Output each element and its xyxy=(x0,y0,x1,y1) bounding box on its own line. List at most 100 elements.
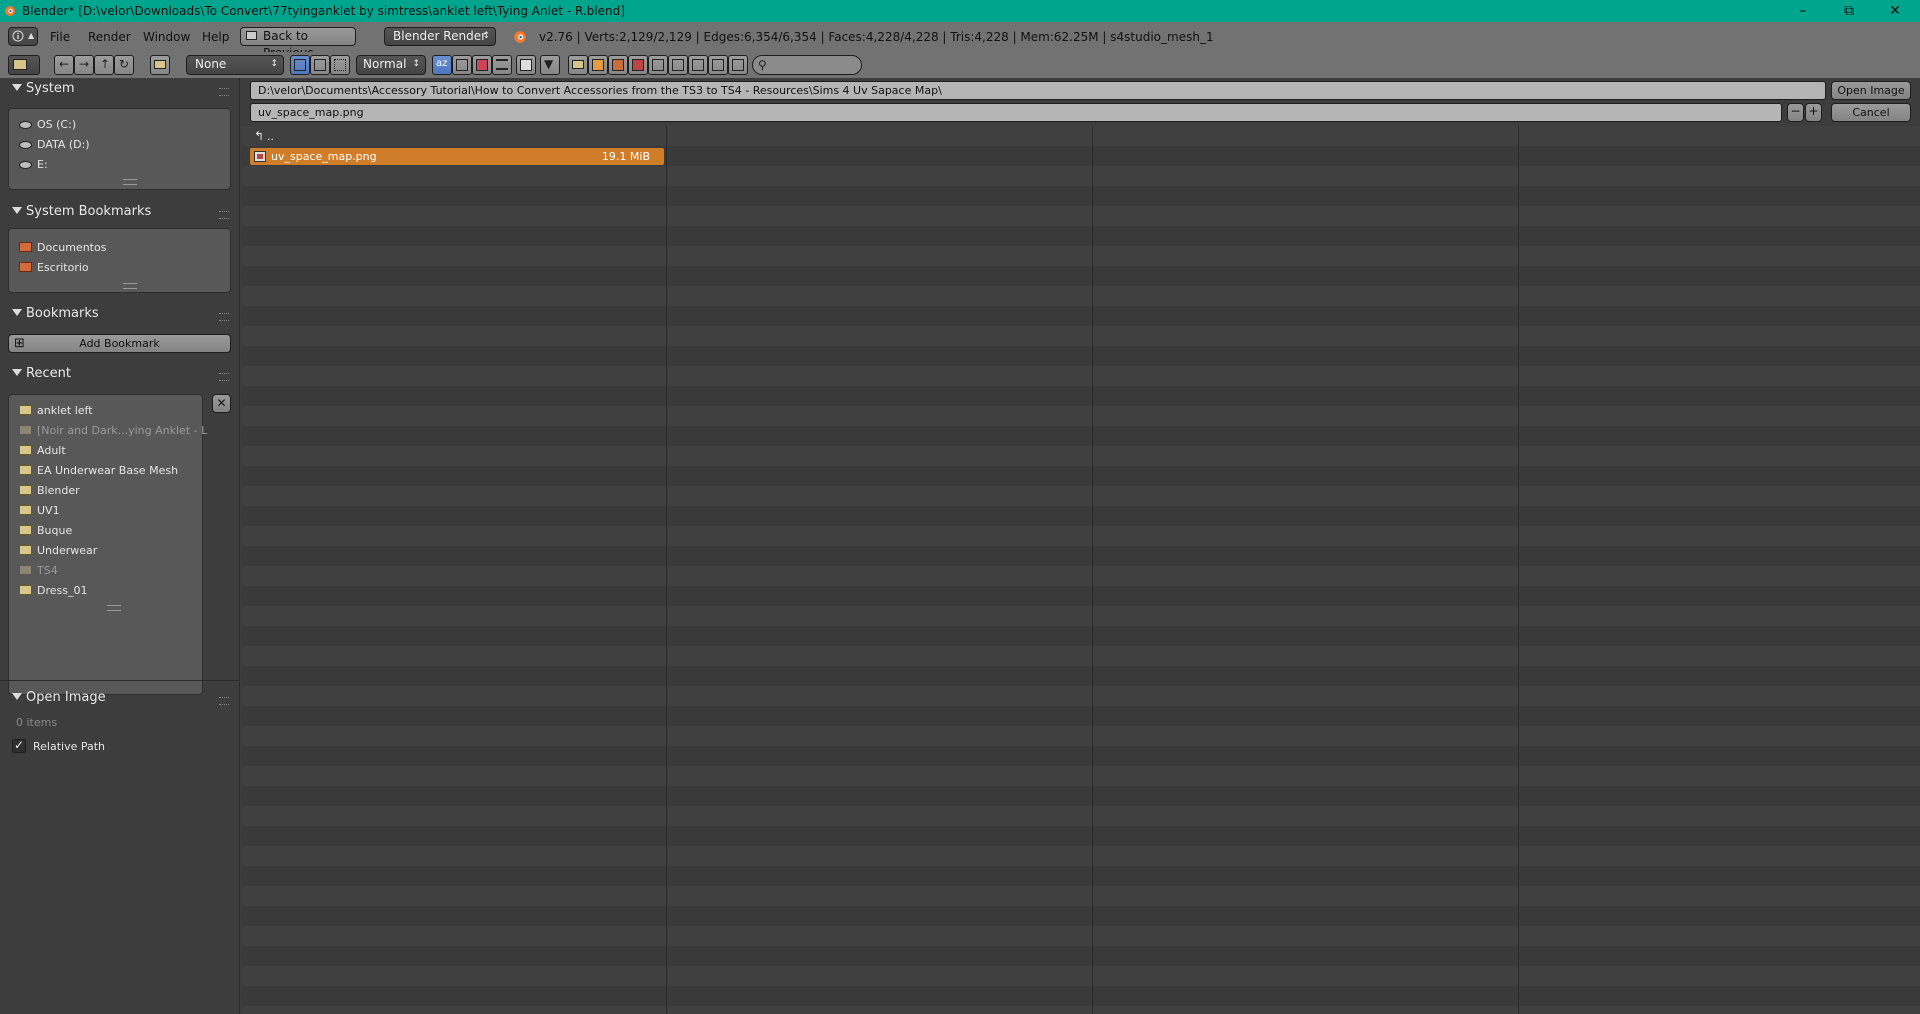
open-image-title: Open Image xyxy=(26,690,106,705)
recent-item[interactable]: UV1 xyxy=(19,504,60,517)
recent-item[interactable]: Buque xyxy=(19,524,72,537)
filter-blend-button[interactable] xyxy=(588,55,608,75)
back-button[interactable]: ← xyxy=(54,55,74,75)
bookmark-item-documentos[interactable]: Documentos xyxy=(19,241,106,254)
folder-icon xyxy=(154,60,166,69)
drag-grip-icon[interactable] xyxy=(219,313,229,321)
filter-script-button[interactable] xyxy=(668,55,688,75)
recent-item[interactable]: Dress_01 xyxy=(19,584,87,597)
parent-directory-row[interactable]: ↰ .. xyxy=(250,128,664,145)
file-list-background xyxy=(241,126,1920,1014)
image-file-icon xyxy=(254,151,266,162)
back-to-previous-button[interactable]: Back to Previous xyxy=(240,27,356,60)
list-resize-handle[interactable] xyxy=(123,283,137,289)
recent-item[interactable]: TS4 xyxy=(19,564,58,577)
recent-dropdown[interactable]: None ↕ xyxy=(186,55,284,75)
disclosure-triangle-icon xyxy=(12,693,22,700)
recent-item-label: TS4 xyxy=(37,564,58,577)
disclosure-triangle-icon xyxy=(12,309,22,316)
recent-item[interactable]: Blender xyxy=(19,484,80,497)
filter-text-button[interactable] xyxy=(728,55,748,75)
display-short-list-button[interactable] xyxy=(290,55,310,75)
recent-item-label: Adult xyxy=(37,444,66,457)
bookmark-label: Documentos xyxy=(37,241,107,254)
increment-filename-button[interactable]: + xyxy=(1805,103,1822,122)
cancel-button[interactable]: Cancel xyxy=(1831,103,1911,122)
recent-panel-header[interactable]: Recent xyxy=(12,366,71,381)
system-item-e[interactable]: E: xyxy=(19,158,48,171)
relative-path-label: Relative Path xyxy=(33,740,106,753)
folder-icon xyxy=(19,445,32,455)
drag-grip-icon[interactable] xyxy=(219,88,229,96)
recent-item[interactable]: [Noir and Dark...ying Anklet - L xyxy=(19,424,207,437)
new-directory-button[interactable] xyxy=(150,55,170,75)
system-item-c[interactable]: OS (C:) xyxy=(19,118,76,131)
display-thumbnails-button[interactable] xyxy=(330,55,350,75)
disk-drive-icon xyxy=(19,141,32,149)
system-bookmarks-list: Documentos Escritorio xyxy=(8,228,231,293)
drag-grip-icon[interactable] xyxy=(219,697,229,705)
recent-item-label: Blender xyxy=(37,484,80,497)
hide-dot-files-button[interactable] xyxy=(516,55,536,75)
display-long-list-button[interactable] xyxy=(310,55,330,75)
menu-window[interactable]: Window xyxy=(143,30,190,44)
system-panel-header[interactable]: System xyxy=(12,81,74,96)
column-divider xyxy=(1092,126,1093,1014)
drag-grip-icon[interactable] xyxy=(219,211,229,219)
decrement-filename-button[interactable]: − xyxy=(1787,103,1804,122)
editor-type-button[interactable] xyxy=(8,55,40,75)
recent-item[interactable]: anklet left xyxy=(19,404,93,417)
ghost-icon xyxy=(520,59,532,71)
display-size-dropdown[interactable]: Normal ↕ xyxy=(356,55,426,75)
open-image-button[interactable]: Open Image xyxy=(1831,81,1911,100)
filter-font-button[interactable] xyxy=(688,55,708,75)
file-toolbar: ← → ↑ ↻ None ↕ Normal ↕ az ▼ ⚲ xyxy=(0,52,1920,78)
folder-icon xyxy=(19,485,32,495)
folder-icon xyxy=(19,545,32,555)
render-engine-dropdown[interactable]: Blender Render ↕ xyxy=(384,27,496,46)
filter-movie-button[interactable] xyxy=(648,55,668,75)
bookmark-item-escritorio[interactable]: Escritorio xyxy=(19,261,89,274)
clear-recent-button[interactable]: ✕ xyxy=(212,394,231,413)
minimize-button[interactable]: – xyxy=(1780,0,1826,22)
bookmarks-panel-header[interactable]: Bookmarks xyxy=(12,306,99,321)
editor-type-button[interactable]: ▲ xyxy=(8,27,38,46)
list-resize-handle[interactable] xyxy=(107,605,121,611)
plus-icon: ⊞ xyxy=(14,336,25,351)
filter-folders-button[interactable] xyxy=(568,55,588,75)
menu-file[interactable]: File xyxy=(50,30,70,44)
sort-size-button[interactable] xyxy=(492,55,512,75)
filter-sound-button[interactable] xyxy=(708,55,728,75)
drag-grip-icon[interactable] xyxy=(219,373,229,381)
close-window-button[interactable]: ✕ xyxy=(1872,0,1918,22)
parent-directory-button[interactable]: ↑ xyxy=(94,55,114,75)
filter-image-button[interactable] xyxy=(628,55,648,75)
list-resize-handle[interactable] xyxy=(123,179,137,185)
open-image-panel-header[interactable]: Open Image xyxy=(12,690,106,705)
file-row-selected[interactable]: uv_space_map.png 19.1 MiB xyxy=(250,148,664,165)
refresh-button[interactable]: ↻ xyxy=(114,55,134,75)
folder-icon xyxy=(572,60,584,69)
menu-render[interactable]: Render xyxy=(88,30,131,44)
sort-type-button[interactable] xyxy=(452,55,472,75)
filter-button[interactable]: ▼ xyxy=(540,55,560,75)
sort-alpha-button[interactable]: az xyxy=(432,55,452,75)
parent-arrow-icon: ↰ xyxy=(254,129,265,143)
filter-backup-button[interactable] xyxy=(608,55,628,75)
filename-field[interactable]: uv_space_map.png xyxy=(250,103,1782,122)
system-item-d[interactable]: DATA (D:) xyxy=(19,138,90,151)
relative-path-checkbox[interactable]: ✓ xyxy=(12,738,26,753)
recent-item[interactable]: Underwear xyxy=(19,544,97,557)
add-bookmark-button[interactable]: ⊞ Add Bookmark xyxy=(8,334,231,353)
directory-path-field[interactable]: D:\velor\Documents\Accessory Tutorial\Ho… xyxy=(250,81,1826,100)
recent-item[interactable]: EA Underwear Base Mesh xyxy=(19,464,178,477)
text-file-icon xyxy=(732,59,744,71)
restore-button[interactable]: ⧉ xyxy=(1826,0,1872,22)
sort-time-button[interactable] xyxy=(472,55,492,75)
forward-button[interactable]: → xyxy=(74,55,94,75)
menu-help[interactable]: Help xyxy=(202,30,229,44)
system-bookmarks-panel-header[interactable]: System Bookmarks xyxy=(12,204,151,219)
recent-item[interactable]: Adult xyxy=(19,444,66,457)
search-input[interactable]: ⚲ xyxy=(752,55,862,75)
disclosure-triangle-icon xyxy=(12,207,22,214)
